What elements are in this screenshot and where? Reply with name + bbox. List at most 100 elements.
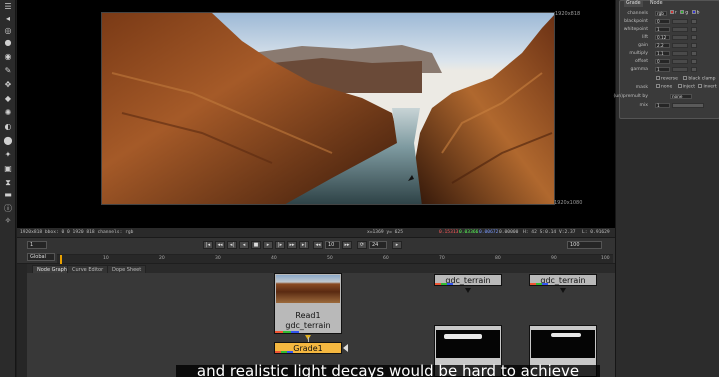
gain-label: gain — [638, 43, 648, 48]
video-caption: and realistic light decays would be hard… — [196, 362, 580, 377]
tab-node-graph[interactable]: Node Graph — [32, 265, 72, 273]
whitepoint-slider[interactable] — [672, 27, 688, 32]
viewer[interactable]: 1920x818 1920x1080 — [17, 0, 615, 228]
channels-select[interactable]: rgb — [655, 11, 667, 16]
green-channel-checkbox[interactable] — [680, 10, 685, 14]
channel-indicator — [291, 331, 299, 333]
stop-button[interactable]: ■ — [251, 241, 261, 249]
offset-slider[interactable] — [672, 59, 688, 64]
prop-tab-node[interactable]: Node — [648, 1, 665, 7]
end-frame-field[interactable]: 100 — [567, 241, 602, 249]
reverse-label: reverse — [661, 76, 678, 82]
unpremult-select[interactable]: none — [670, 94, 692, 99]
multiply-field[interactable]: 1.1 — [655, 51, 670, 56]
format-label-bottom: 1920x1080 — [554, 200, 583, 206]
read-node-title: Read1 — [295, 311, 321, 320]
gain-slider[interactable] — [672, 43, 688, 48]
black-clamp-label: black clamp — [688, 76, 716, 82]
mask-select[interactable]: none — [661, 85, 672, 90]
mask-label: mask — [635, 85, 648, 90]
fps-field[interactable]: 24 — [369, 241, 387, 249]
move-icon[interactable]: ✥ — [3, 80, 13, 90]
blackpoint-color-button[interactable] — [691, 19, 697, 24]
offset-color-button[interactable] — [691, 59, 697, 64]
gamma-color-button[interactable] — [691, 67, 697, 72]
read-node[interactable]: Read1 gdc_terrain — [274, 273, 342, 334]
play-forward-button[interactable]: ▸ — [263, 241, 273, 249]
playback-controls: 1 |◂ ◂◂ ◂| ◂ ■ ▸ |▸ ▸▸ ▸| ◂◂ 10 ▸▸ ⟳ 24 … — [17, 237, 615, 264]
gain-field[interactable]: 2.2 — [655, 43, 670, 48]
red-channel-checkbox[interactable] — [670, 10, 674, 14]
multiply-color-button[interactable] — [691, 51, 697, 56]
offset-field[interactable]: 0 — [655, 59, 670, 64]
inject-checkbox[interactable] — [677, 84, 682, 88]
gamma-field[interactable]: 1 — [655, 67, 670, 72]
transform-icon[interactable]: ◎ — [3, 26, 13, 36]
mask-checkbox[interactable] — [656, 84, 660, 88]
prev-key-button[interactable]: ◂◂ — [215, 241, 225, 249]
gain-color-button[interactable] — [691, 43, 697, 48]
lift-field[interactable]: 0.12 — [655, 35, 670, 40]
info-icon[interactable]: ⓘ — [3, 204, 13, 214]
filter-icon[interactable]: ✦ — [3, 150, 13, 160]
step-back-increment-button[interactable]: ◂◂ — [313, 241, 323, 249]
gamma-slider[interactable] — [672, 67, 688, 72]
blackpoint-field[interactable]: 0 — [655, 19, 670, 24]
other-icon[interactable]: ▬ — [3, 190, 13, 200]
tools-icon[interactable]: ✧ — [3, 216, 13, 226]
timeline-slider[interactable]: 10 20 30 40 50 60 70 80 90 100 — [57, 254, 613, 264]
step-back-button[interactable]: ◂| — [227, 241, 237, 249]
tick-label: 60 — [383, 256, 389, 261]
step-forward-increment-button[interactable]: ▸▸ — [342, 241, 352, 249]
multiply-slider[interactable] — [672, 51, 688, 56]
info-blue: 0.00672 — [479, 230, 499, 235]
mix-field[interactable]: 1 — [655, 103, 670, 108]
lift-slider[interactable] — [672, 35, 688, 40]
channel-indicator — [283, 331, 291, 333]
invert-checkbox[interactable] — [698, 84, 703, 88]
color-icon[interactable]: ◉ — [3, 52, 13, 62]
step-forward-button[interactable]: |▸ — [275, 241, 285, 249]
last-frame-button[interactable]: ▸| — [299, 241, 309, 249]
tick-label: 30 — [215, 256, 221, 261]
playhead[interactable] — [60, 255, 62, 264]
lift-label: lift — [642, 35, 648, 40]
tick-label: 40 — [271, 256, 277, 261]
mask-input-arrow — [343, 344, 348, 352]
playback-mode-button[interactable]: ▸ — [392, 241, 402, 249]
global-view-select[interactable]: Global — [27, 253, 55, 261]
reverse-checkbox[interactable] — [656, 76, 660, 80]
paint-icon[interactable]: ✎ — [3, 66, 13, 76]
3d-cube-icon[interactable]: ◆ — [3, 94, 13, 104]
circle-icon[interactable]: ● — [3, 38, 13, 48]
time-icon[interactable]: ⧗ — [3, 178, 13, 188]
whitepoint-color-button[interactable] — [691, 27, 697, 32]
play-backward-button[interactable]: ◂ — [239, 241, 249, 249]
next-key-button[interactable]: ▸▸ — [287, 241, 297, 249]
prop-tab-grade[interactable]: Grade — [624, 1, 643, 7]
info-alpha: 0.00000 — [499, 230, 519, 235]
frame-field[interactable]: 1 — [27, 241, 47, 249]
merge-icon[interactable]: ⬤ — [3, 136, 13, 146]
gamma-label: gamma — [630, 67, 649, 72]
step-field[interactable]: 10 — [325, 241, 340, 249]
tab-curve-editor[interactable]: Curve Editor — [67, 265, 109, 273]
keyer-icon[interactable]: ◐ — [3, 122, 13, 132]
particle-icon[interactable]: ✺ — [3, 108, 13, 118]
black-clamp-checkbox[interactable] — [683, 76, 688, 80]
channels-label: channels — [627, 11, 648, 16]
loop-button[interactable]: ⟳ — [357, 241, 367, 249]
first-frame-button[interactable]: |◂ — [203, 241, 213, 249]
lift-color-button[interactable] — [691, 35, 697, 40]
whitepoint-field[interactable]: 1 — [655, 27, 670, 32]
channel-indicator — [542, 283, 548, 285]
cursor-icon[interactable]: ◂ — [3, 14, 13, 24]
blackpoint-slider[interactable] — [672, 19, 688, 24]
offset-label: offset — [635, 59, 648, 64]
channel-icon[interactable]: ▣ — [3, 164, 13, 174]
mix-slider[interactable] — [672, 103, 704, 108]
menu-icon[interactable]: ☰ — [3, 2, 13, 12]
tab-dope-sheet[interactable]: Dope Sheet — [107, 265, 147, 273]
viewer-image[interactable] — [101, 12, 555, 205]
blue-channel-checkbox[interactable] — [691, 10, 696, 14]
